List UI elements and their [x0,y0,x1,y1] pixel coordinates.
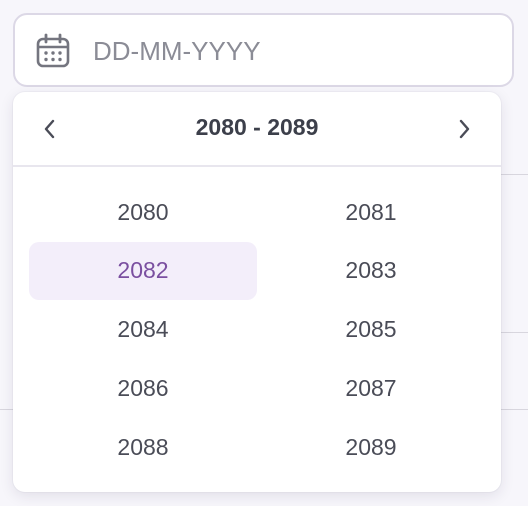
year-picker-dropdown: 2080 - 2089 2080 2081 2082 2083 2084 208… [13,92,501,492]
year-option[interactable]: 2089 [257,418,485,476]
year-grid: 2080 2081 2082 2083 2084 2085 2086 2087 … [29,183,485,477]
year-option[interactable]: 2081 [257,183,485,241]
year-option[interactable]: 2085 [257,301,485,359]
next-decade-button[interactable] [447,112,481,146]
background-divider [0,409,13,410]
background-divider [501,332,528,333]
background-divider [501,174,528,175]
year-option[interactable]: 2088 [29,418,257,476]
date-field[interactable] [93,25,473,77]
date-input-container[interactable] [13,13,514,87]
year-option[interactable]: 2083 [257,242,485,300]
year-option[interactable]: 2086 [29,359,257,417]
year-option[interactable]: 2084 [29,301,257,359]
year-option[interactable]: 2080 [29,183,257,241]
chevron-right-icon [459,119,470,139]
decade-range-title: 2080 - 2089 [195,114,319,140]
year-option[interactable]: 2087 [257,359,485,417]
year-picker-header: 2080 - 2089 [13,92,501,167]
calendar-icon[interactable] [35,33,71,69]
year-option-selected[interactable]: 2082 [29,241,257,300]
background-divider [501,409,528,410]
